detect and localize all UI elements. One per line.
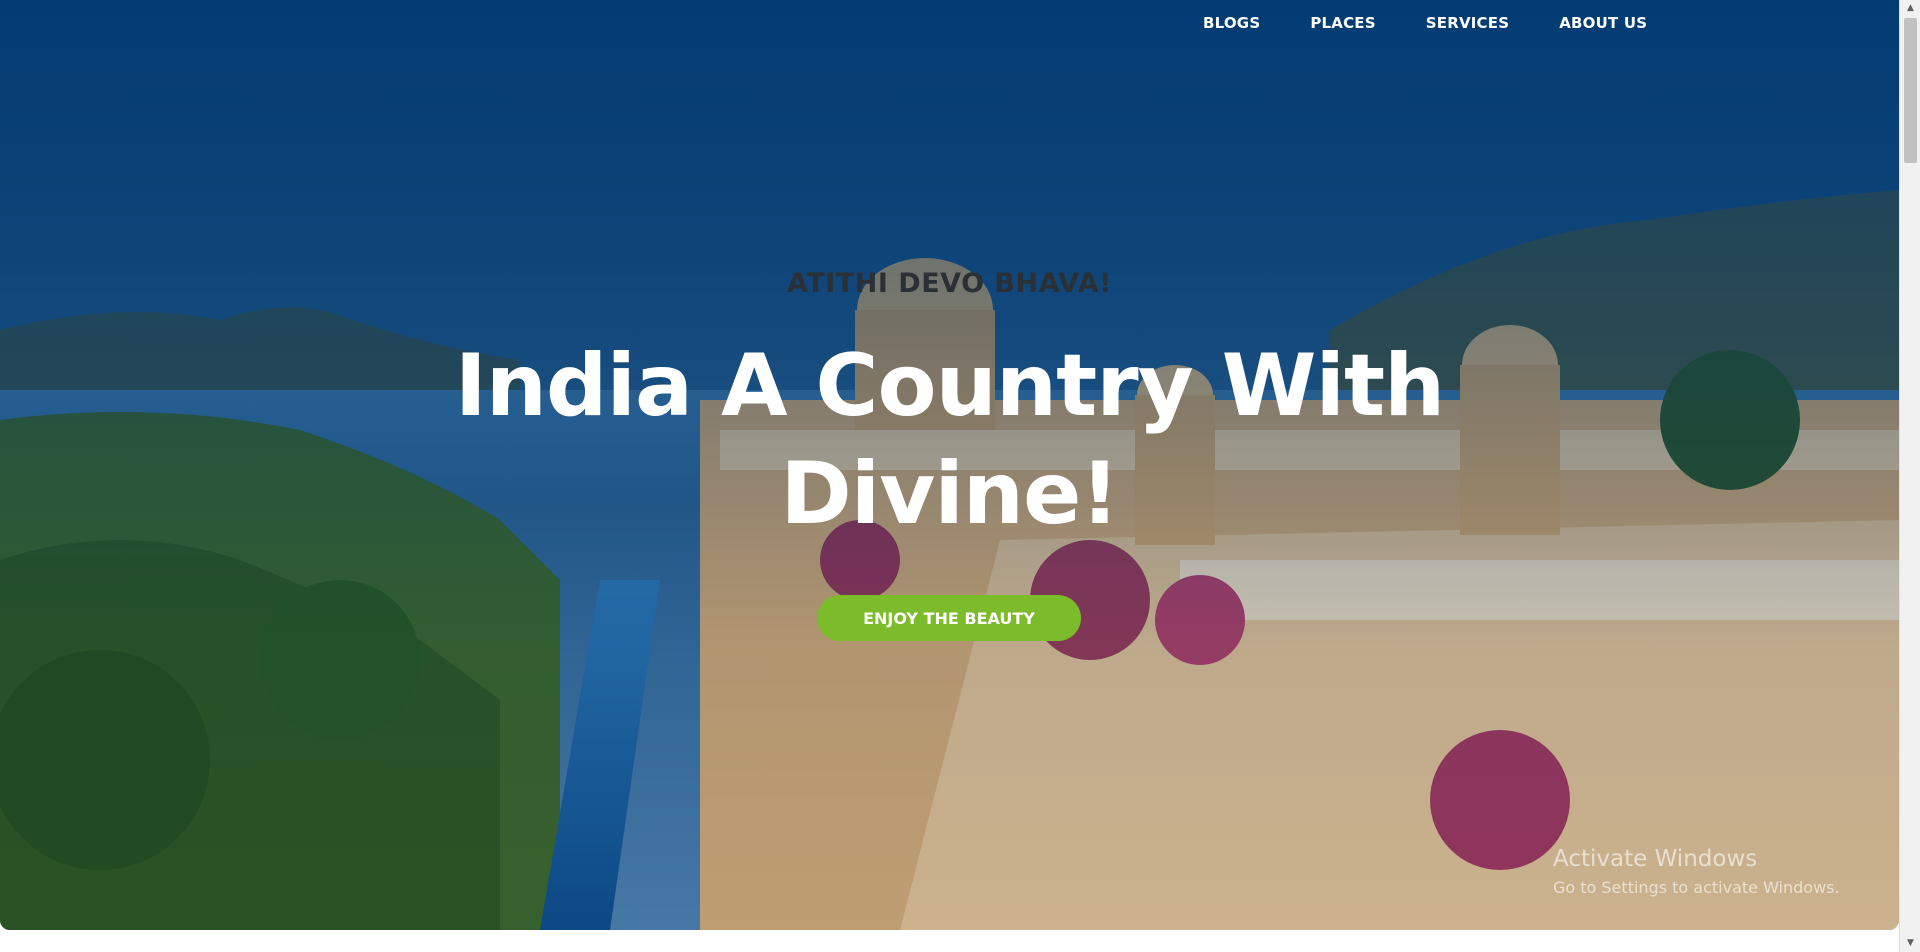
scrollbar-thumb[interactable] (1904, 18, 1917, 163)
vertical-scrollbar[interactable]: ▲ ▼ (1899, 0, 1920, 952)
nav-link-about-us[interactable]: ABOUT US (1559, 14, 1647, 32)
hero-headline-line-1: India A Country With (454, 336, 1446, 436)
page-bottom-strip (0, 930, 1899, 952)
scroll-up-arrow-icon[interactable]: ▲ (1900, 0, 1920, 17)
enjoy-the-beauty-button[interactable]: ENJOY THE BEAUTY (817, 595, 1081, 641)
watermark-title: Activate Windows (1553, 846, 1758, 872)
main-navigation: BLOGS PLACES SERVICES ABOUT US (1203, 14, 1647, 32)
page-viewport: BLOGS PLACES SERVICES ABOUT US ATITHI DE… (0, 0, 1899, 930)
activate-windows-watermark: Activate Windows Go to Settings to activ… (1553, 846, 1840, 897)
scroll-down-arrow-icon[interactable]: ▼ (1900, 935, 1920, 952)
watermark-subtitle: Go to Settings to activate Windows. (1553, 878, 1840, 897)
hero-kicker: ATITHI DEVO BHAVA! (787, 268, 1112, 299)
hero-headline-line-2: Divine! (780, 444, 1119, 544)
nav-link-places[interactable]: PLACES (1310, 14, 1375, 32)
nav-link-blogs[interactable]: BLOGS (1203, 14, 1260, 32)
hero-headline: India A Country With Divine! (0, 332, 1899, 548)
nav-link-services[interactable]: SERVICES (1426, 14, 1509, 32)
